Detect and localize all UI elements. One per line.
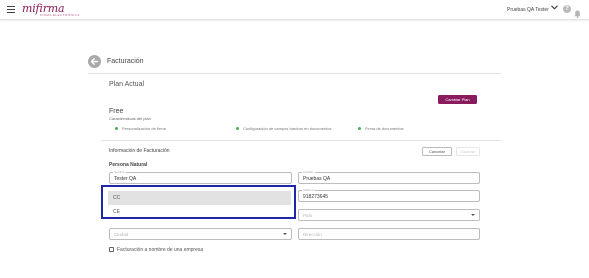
country-select[interactable]: País	[298, 209, 480, 221]
plan-heading: Plan Actual	[109, 81, 145, 88]
section-divider	[101, 140, 501, 141]
address-field[interactable]: Dirección	[298, 228, 480, 240]
chevron-down-icon[interactable]	[551, 5, 558, 12]
top-bar: mifirma FIRMA ELECTRÓNICA Pruebas QA Tes…	[0, 0, 589, 20]
billing-heading: Información de Facturación	[109, 148, 170, 154]
logo-tagline: FIRMA ELECTRÓNICA	[40, 13, 80, 17]
plan-feature: Configuración de campos básicos en docum…	[236, 126, 332, 131]
last-name-field[interactable]: Apellido Pruebas QA	[298, 170, 480, 184]
plan-features-title: Características del plan	[109, 116, 151, 121]
first-name-label: Nombre	[113, 170, 126, 174]
user-name[interactable]: Pruebas QA Tester	[507, 7, 549, 13]
dropdown-option-cc[interactable]: CC	[108, 191, 291, 205]
company-checkbox[interactable]	[109, 247, 114, 252]
bell-icon[interactable]	[574, 5, 581, 18]
menu-icon[interactable]	[7, 6, 15, 14]
save-button[interactable]: Guardar	[456, 147, 480, 156]
page-title: Facturación	[107, 58, 144, 65]
last-name-value: Pruebas QA	[303, 176, 331, 182]
person-type-label: Persona Natural	[109, 162, 148, 168]
caret-down-icon	[471, 214, 475, 216]
cancel-button[interactable]: Cancelar	[422, 147, 452, 156]
phone-label: Teléfono	[302, 188, 316, 192]
city-placeholder: Ciudad	[114, 232, 129, 237]
logo[interactable]: mifirma FIRMA ELECTRÓNICA	[22, 2, 79, 17]
first-name-field[interactable]: Nombre Tester QA	[109, 170, 292, 184]
country-placeholder: País	[303, 213, 313, 218]
back-arrow-icon[interactable]	[88, 55, 101, 68]
phone-field[interactable]: Teléfono 918273645	[298, 188, 480, 202]
check-dot-icon	[358, 127, 361, 131]
last-name-label: Apellido	[302, 170, 315, 174]
caret-down-icon	[283, 233, 287, 235]
help-icon[interactable]: ?	[563, 5, 571, 13]
plan-feature: Personalización de firma	[115, 126, 166, 131]
check-dot-icon	[236, 127, 239, 131]
phone-value: 918273645	[303, 194, 329, 200]
check-dot-icon	[115, 127, 118, 131]
plan-feature: Firma de documentos	[358, 126, 404, 131]
first-name-value: Tester QA	[114, 176, 137, 182]
plan-name: Free	[109, 108, 124, 115]
change-plan-button[interactable]: Cambiar Plan	[438, 95, 477, 104]
header-divider	[88, 73, 501, 74]
dropdown-option-ce[interactable]: CE	[108, 205, 291, 217]
city-select[interactable]: Ciudad	[109, 228, 292, 240]
company-checkbox-label[interactable]: Facturación a nombre de una empresa	[117, 247, 203, 253]
address-placeholder: Dirección	[303, 232, 322, 237]
document-type-dropdown[interactable]: CC CE	[101, 185, 296, 219]
